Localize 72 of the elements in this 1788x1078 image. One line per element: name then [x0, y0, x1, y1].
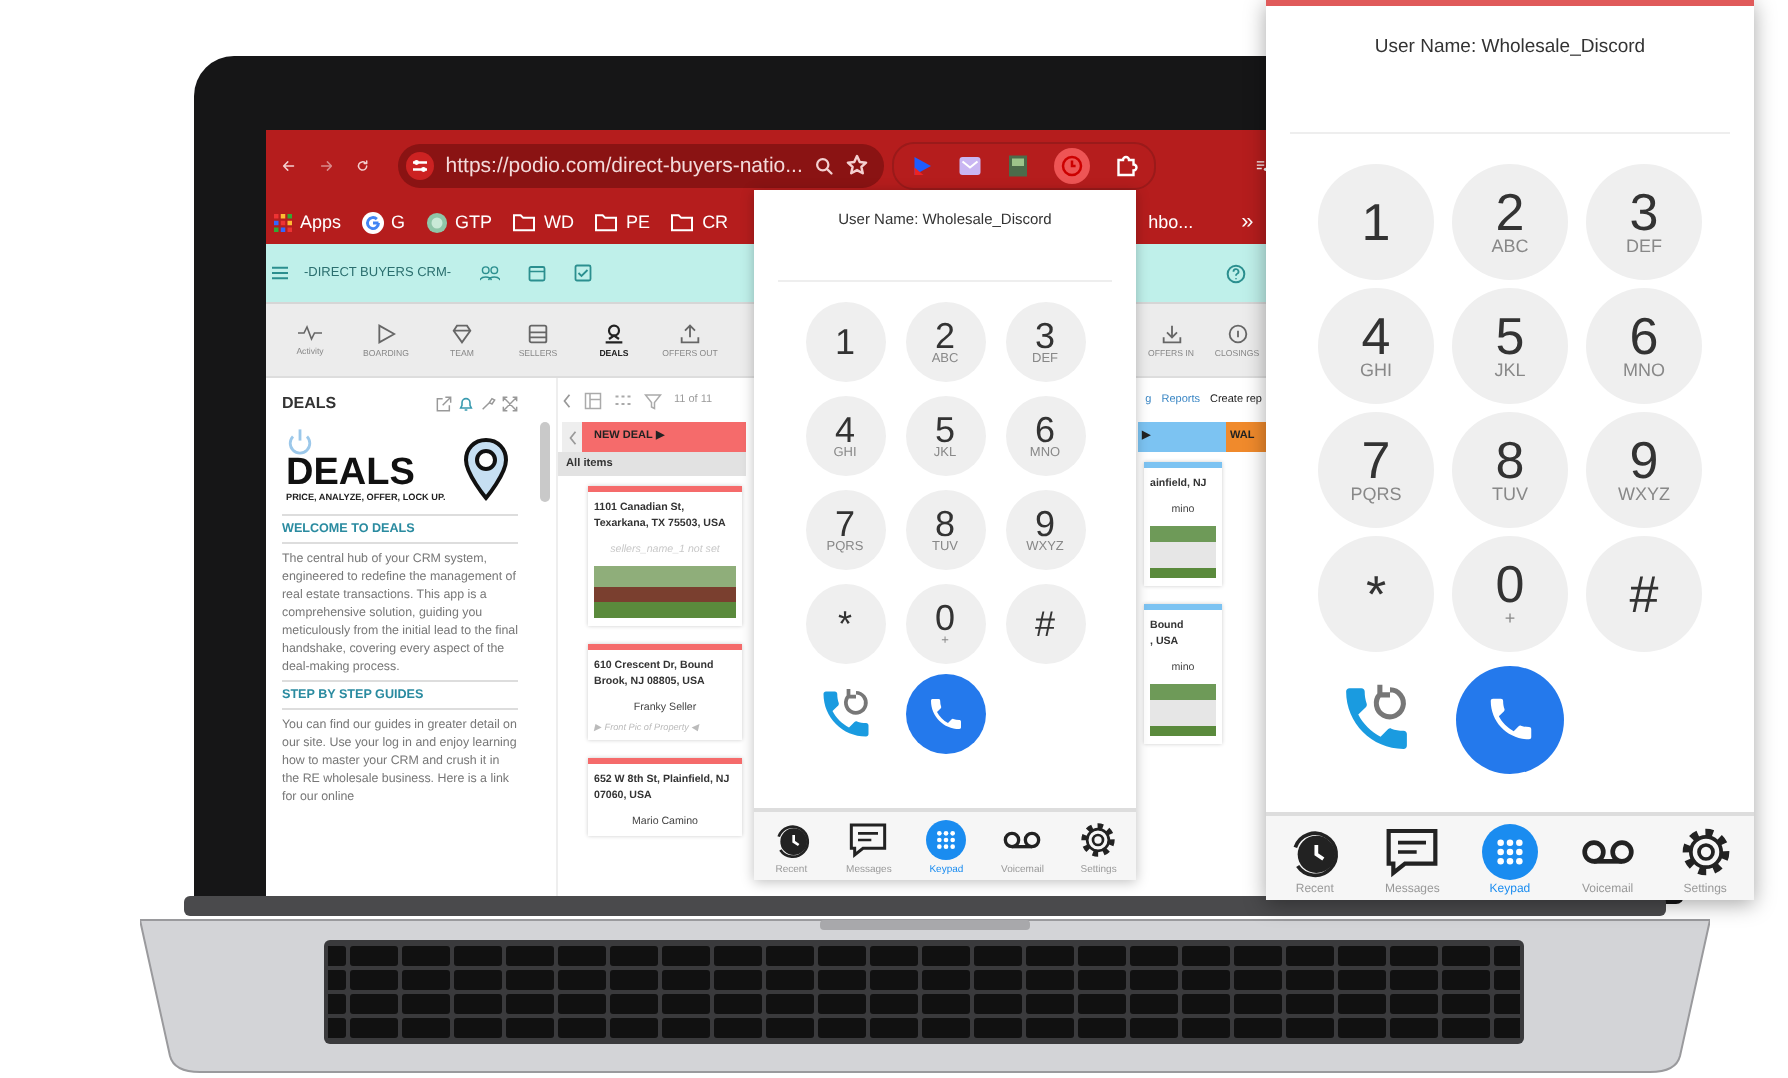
dial-key[interactable]: *: [805, 584, 885, 664]
call-button[interactable]: [905, 673, 985, 754]
globe-icon: [425, 211, 448, 233]
dial-key[interactable]: 9 WXYZ: [1586, 411, 1702, 528]
filter-icon[interactable]: [644, 391, 662, 409]
bookmark[interactable]: GTP: [425, 211, 493, 233]
dial-key[interactable]: 6 MNO: [1586, 287, 1702, 404]
play-logo-icon[interactable]: [910, 153, 935, 177]
bookmark[interactable]: CR: [670, 212, 729, 232]
upload-icon: [680, 323, 700, 343]
calendar-icon[interactable]: [527, 264, 546, 282]
keypad-icon: [1481, 824, 1538, 880]
dial-key[interactable]: *: [1318, 535, 1434, 652]
scrollbar[interactable]: [540, 422, 550, 502]
message-icon: [848, 820, 889, 860]
bookmark[interactable]: WD: [512, 212, 575, 232]
dots-icon[interactable]: [614, 391, 632, 409]
share-icon[interactable]: [436, 395, 452, 411]
keypad-icon: [926, 820, 967, 860]
diamond-icon: [452, 323, 472, 343]
window-icon[interactable]: [1006, 153, 1031, 177]
settings-icon: [1078, 820, 1119, 860]
layout-icon[interactable]: [584, 391, 602, 409]
apps-grid-icon: [274, 213, 292, 231]
dial-key[interactable]: 1: [1318, 163, 1434, 280]
previous-column-button[interactable]: [562, 422, 582, 452]
message-icon: [1384, 824, 1441, 880]
download-icon: [1161, 323, 1181, 343]
help-icon[interactable]: [1226, 263, 1246, 283]
settings-icon: [1677, 824, 1734, 880]
dial-key[interactable]: 1: [805, 302, 885, 382]
user-name: User Name: Wholesale_Discord: [1372, 33, 1648, 57]
address-bar[interactable]: https://podio.com/direct-buyers-natio...: [397, 143, 885, 187]
dial-key[interactable]: 2 ABC: [1452, 163, 1568, 280]
folder-icon: [594, 212, 619, 232]
dial-key[interactable]: #: [1005, 584, 1085, 664]
zoom-icon[interactable]: [814, 155, 835, 175]
play-icon: [376, 323, 396, 343]
bookmark[interactable]: PE: [594, 212, 651, 232]
chevron-left-icon: [567, 429, 577, 445]
dial-key[interactable]: 8 TUV: [1452, 411, 1568, 528]
phone-icon: [925, 693, 965, 734]
more-bookmarks-button[interactable]: »: [1241, 210, 1254, 234]
dial-key[interactable]: 7 PQRS: [1318, 411, 1434, 528]
pulse-icon: [298, 324, 322, 342]
logo-title: DEALS: [286, 456, 415, 492]
info-circle-icon: [1227, 323, 1247, 343]
sliders-icon[interactable]: [405, 151, 434, 179]
folder-icon: [512, 212, 537, 232]
dial-key[interactable]: 4 GHI: [1318, 287, 1434, 404]
bookmark[interactable]: hbo...: [1148, 212, 1194, 232]
panel-title: DEALS: [282, 394, 337, 412]
google-logo-icon: [361, 211, 384, 233]
menu-icon[interactable]: [272, 266, 288, 280]
bookmark[interactable]: G: [361, 211, 406, 233]
expand-icon[interactable]: [502, 395, 518, 411]
map-pin-icon: [462, 438, 510, 502]
dial-key[interactable]: 3 DEF: [1586, 163, 1702, 280]
dial-key[interactable]: 0 +: [1452, 535, 1568, 652]
bell-icon[interactable]: [458, 395, 474, 411]
star-icon[interactable]: [846, 154, 869, 176]
people-icon[interactable]: [479, 264, 500, 282]
puzzle-icon[interactable]: [1114, 153, 1139, 177]
clock-icon[interactable]: [1054, 147, 1091, 183]
dial-key[interactable]: 5 JKL: [1452, 287, 1568, 404]
dial-key[interactable]: #: [1586, 535, 1702, 652]
bookmark[interactable]: Apps: [274, 212, 342, 232]
person-pin-icon: [604, 323, 624, 343]
mail-icon[interactable]: [958, 153, 983, 177]
checkbox-icon[interactable]: [573, 264, 592, 282]
url-text: https://podio.com/direct-buyers-natio...: [445, 153, 803, 177]
folder-icon: [670, 212, 695, 232]
